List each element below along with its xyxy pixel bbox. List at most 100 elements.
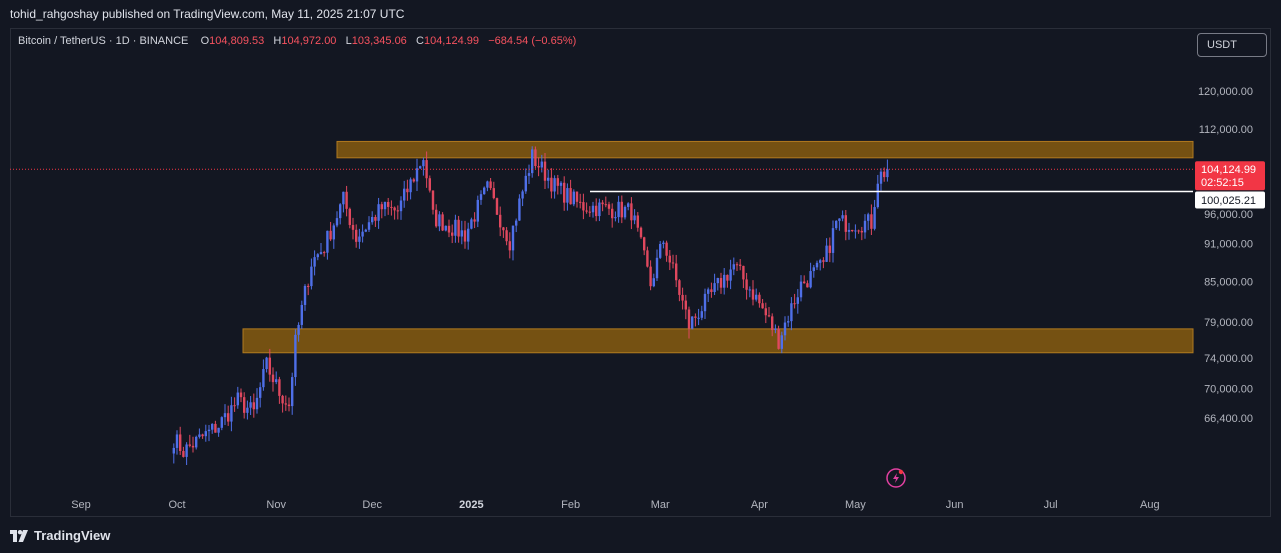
candle — [799, 275, 803, 302]
ohlc-legend: Bitcoin / TetherUS · 1D · BINANCE O104,8… — [18, 35, 576, 47]
x-tick-label: Jun — [946, 499, 964, 511]
close-value: 104,124.99 — [423, 35, 480, 47]
candle — [620, 195, 623, 224]
candle — [313, 250, 316, 276]
close-label: C — [416, 35, 424, 47]
candle — [479, 190, 483, 205]
candle — [323, 250, 326, 257]
candle — [867, 212, 870, 231]
candle — [691, 316, 694, 330]
candle — [281, 394, 284, 413]
candle — [723, 268, 726, 295]
candle — [787, 315, 790, 327]
candle — [822, 257, 825, 269]
candle — [700, 305, 703, 321]
candle — [175, 430, 179, 455]
candle — [812, 264, 815, 278]
candle — [319, 243, 323, 255]
price-labels-layer: 104,124.9902:52:15 100,025.21 — [1195, 161, 1265, 209]
candle — [524, 168, 527, 194]
tradingview-logo[interactable]: TradingView — [10, 528, 110, 543]
candle — [182, 446, 185, 458]
candle — [611, 203, 614, 228]
candle — [483, 186, 486, 195]
candle — [380, 201, 383, 219]
y-tick-label: 85,000.00 — [1204, 276, 1253, 288]
candle — [713, 273, 716, 296]
candle — [527, 164, 531, 185]
candle — [835, 220, 838, 230]
lines-layer — [10, 168, 1193, 193]
candle — [403, 180, 406, 208]
candle — [227, 405, 230, 426]
candle — [393, 206, 396, 220]
tradingview-brand: TradingView — [34, 528, 111, 543]
candle — [457, 215, 460, 243]
candle — [764, 302, 767, 324]
candle — [710, 282, 713, 298]
candle — [668, 249, 671, 271]
candle — [518, 194, 521, 221]
x-tick-label: Feb — [561, 499, 580, 511]
x-tick-label: Apr — [751, 499, 768, 511]
symbol-name[interactable]: Bitcoin / TetherUS · 1D · BINANCE — [18, 35, 188, 47]
candle — [707, 287, 710, 302]
candle — [886, 159, 889, 182]
candle — [758, 292, 761, 308]
candle — [675, 254, 678, 288]
candle — [316, 253, 319, 261]
x-axis: Sep Oct Nov Dec 2025 Feb Mar Apr May Jun Jul Aug — [71, 499, 1159, 511]
lightning-icon[interactable] — [886, 468, 906, 488]
candle — [851, 229, 854, 233]
candle — [217, 427, 220, 437]
open-value: 104,809.53 — [209, 35, 265, 47]
candle — [262, 359, 265, 391]
y-tick-label: 74,000.00 — [1204, 353, 1253, 365]
y-axis: 130,000.00120,000.00112,000.0096,000.009… — [1198, 42, 1253, 425]
candle — [515, 218, 518, 233]
candle — [735, 262, 739, 271]
candle — [444, 225, 447, 232]
candle — [351, 217, 355, 240]
candle — [447, 219, 451, 238]
price-chart[interactable]: 130,000.00120,000.00112,000.0096,000.009… — [10, 28, 1271, 517]
candle — [729, 259, 732, 290]
candle — [236, 386, 239, 409]
candle — [665, 240, 668, 262]
candle — [659, 240, 662, 260]
candle — [233, 397, 236, 412]
candle — [406, 179, 409, 201]
candle — [793, 293, 796, 309]
candle — [326, 230, 329, 260]
candle — [790, 297, 793, 331]
candle — [252, 393, 255, 418]
candle — [767, 306, 771, 318]
candle — [172, 443, 175, 464]
currency-button[interactable]: USDT — [1197, 33, 1267, 57]
candle — [188, 434, 191, 448]
candle — [671, 254, 675, 269]
x-tick-label: Dec — [362, 499, 382, 511]
candle — [291, 372, 294, 415]
zone-1[interactable] — [242, 328, 1194, 354]
y-tick-label: 91,000.00 — [1204, 239, 1253, 251]
x-tick-label: Nov — [266, 499, 286, 511]
y-tick-label: 112,000.00 — [1199, 124, 1253, 136]
zone-0[interactable] — [336, 140, 1194, 159]
candle — [847, 222, 851, 240]
candle — [537, 157, 540, 177]
candle — [364, 228, 367, 233]
candle — [422, 157, 425, 176]
candle — [716, 277, 719, 291]
candle — [377, 197, 380, 229]
candle — [310, 258, 313, 290]
candle — [476, 195, 479, 228]
candle — [198, 428, 201, 439]
candle — [358, 228, 361, 249]
candle — [259, 382, 262, 408]
candle — [502, 226, 505, 238]
y-tick-label: 79,000.00 — [1204, 317, 1253, 329]
candle — [332, 223, 335, 249]
candle — [287, 397, 291, 412]
candle — [623, 205, 627, 220]
